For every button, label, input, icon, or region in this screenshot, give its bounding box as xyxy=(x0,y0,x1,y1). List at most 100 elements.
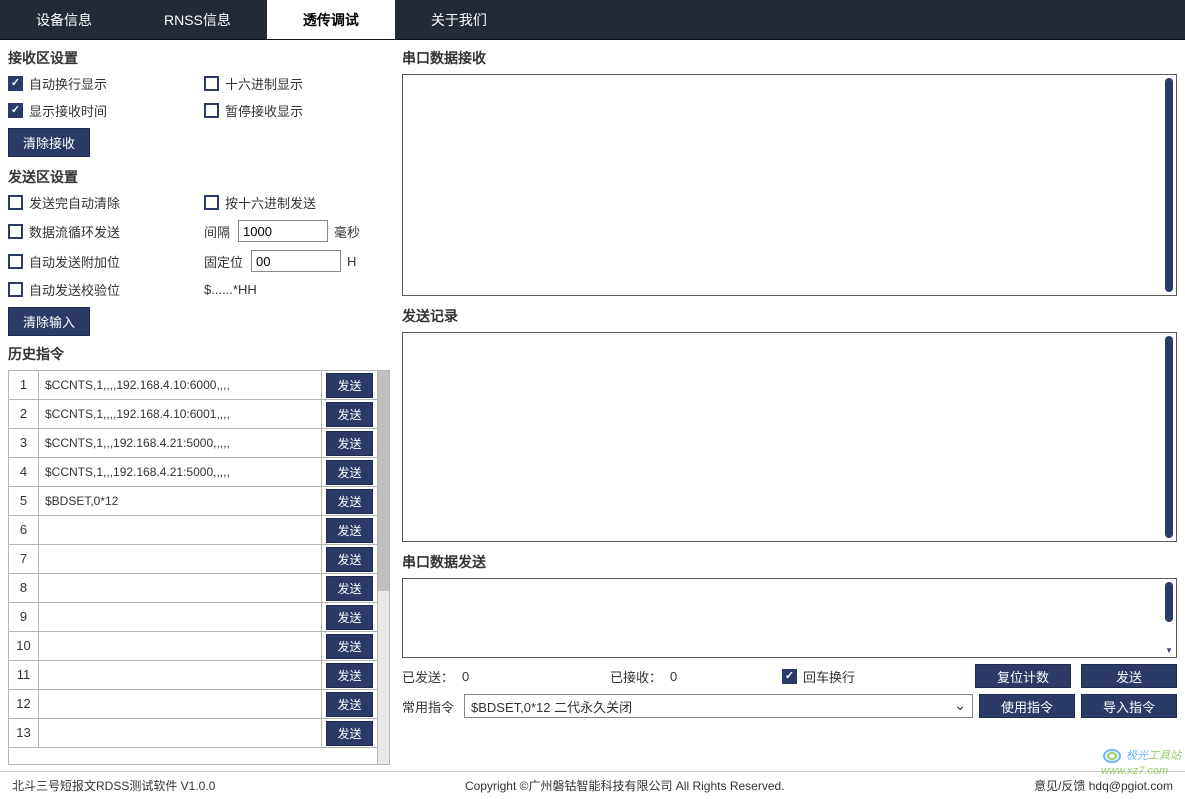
tab-0[interactable]: 设备信息 xyxy=(0,0,128,39)
history-send-button[interactable]: 发送 xyxy=(326,489,372,514)
history-command[interactable]: $CCNTS,1,,,192.168.4.21:5000,,,,, xyxy=(39,436,321,450)
history-send-cell: 发送 xyxy=(321,603,377,631)
interval-unit: 毫秒 xyxy=(334,222,360,241)
chk-hex-display[interactable]: 十六进制显示 xyxy=(204,74,303,93)
history-send-button[interactable]: 发送 xyxy=(326,576,372,601)
send-button[interactable]: 发送 xyxy=(1081,664,1177,688)
fixed-label: 固定位 xyxy=(204,252,243,271)
history-send-button[interactable]: 发送 xyxy=(326,460,372,485)
common-cmd-label: 常用指令 xyxy=(402,697,454,716)
history-send-cell: 发送 xyxy=(321,719,377,747)
chk-label: 数据流循环发送 xyxy=(29,222,120,241)
footer: 北斗三号短报文RDSS测试软件 V1.0.0 Copyright ©广州磐钴智能… xyxy=(0,771,1185,799)
chk-label: 自动发送校验位 xyxy=(29,280,120,299)
footer-right: 意见/反馈 hdq@pgiot.com xyxy=(1034,777,1173,794)
history-index: 11 xyxy=(9,661,39,689)
history-index: 1 xyxy=(9,371,39,399)
chk-auto-wrap[interactable]: 自动换行显示 xyxy=(8,74,204,93)
checkbox-icon xyxy=(8,76,23,91)
scrollbar-thumb[interactable] xyxy=(1165,582,1173,622)
history-send-cell: 发送 xyxy=(321,690,377,718)
scroll-down-icon[interactable]: ▾ xyxy=(1164,529,1174,539)
watermark: 极光工具站 www.xz7.com xyxy=(1101,747,1181,777)
clear-input-button[interactable]: 清除输入 xyxy=(8,307,90,336)
watermark-icon xyxy=(1101,747,1123,765)
history-row: 2$CCNTS,1,,,,192.168.4.10:6001,,,, 发送 xyxy=(9,400,377,429)
history-send-button[interactable]: 发送 xyxy=(326,605,372,630)
history-row: 8发送 xyxy=(9,574,377,603)
recv-label: 已接收： xyxy=(610,667,662,686)
history-index: 10 xyxy=(9,632,39,660)
checkbox-icon xyxy=(8,103,23,118)
history-index: 6 xyxy=(9,516,39,544)
select-value: $BDSET,0*12 二代永久关闭 xyxy=(471,697,632,716)
history-send-button[interactable]: 发送 xyxy=(326,663,372,688)
clear-recv-button[interactable]: 清除接收 xyxy=(8,128,90,157)
history-send-button[interactable]: 发送 xyxy=(326,547,372,572)
sent-value: 0 xyxy=(462,669,542,684)
chk-hex-send[interactable]: 按十六进制发送 xyxy=(204,193,316,212)
checksum-pattern: $......*HH xyxy=(204,282,257,297)
recv-value: 0 xyxy=(670,669,750,684)
history-index: 7 xyxy=(9,545,39,573)
send-textarea[interactable]: ▾ xyxy=(402,578,1177,658)
fixed-unit: H xyxy=(347,254,356,269)
import-cmd-button[interactable]: 导入指令 xyxy=(1081,694,1177,718)
history-command[interactable]: $CCNTS,1,,,192.168.4.21:5000,,,,, xyxy=(39,465,321,479)
history-send-button[interactable]: 发送 xyxy=(326,431,372,456)
tab-3[interactable]: 关于我们 xyxy=(395,0,523,39)
history-send-button[interactable]: 发送 xyxy=(326,518,372,543)
chk-label: 按十六进制发送 xyxy=(225,193,316,212)
history-send-cell: 发送 xyxy=(321,516,377,544)
history-index: 4 xyxy=(9,458,39,486)
tab-bar: 设备信息RNSS信息透传调试关于我们 xyxy=(0,0,1185,40)
history-row: 9 发送 xyxy=(9,603,377,632)
use-cmd-button[interactable]: 使用指令 xyxy=(979,694,1075,718)
history-command[interactable]: $BDSET,0*12 xyxy=(39,494,321,508)
reset-count-button[interactable]: 复位计数 xyxy=(975,664,1071,688)
history-index: 9 xyxy=(9,603,39,631)
interval-label: 间隔 xyxy=(204,222,230,241)
tab-1[interactable]: RNSS信息 xyxy=(128,0,267,39)
history-send-cell: 发送 xyxy=(321,574,377,602)
history-send-button[interactable]: 发送 xyxy=(326,402,372,427)
history-send-button[interactable]: 发送 xyxy=(326,373,372,398)
scroll-down-icon[interactable]: ▾ xyxy=(1164,283,1174,293)
scrollbar-thumb[interactable] xyxy=(378,371,389,591)
history-command[interactable]: $CCNTS,1,,,,192.168.4.10:6000,,,, xyxy=(39,378,321,392)
interval-input[interactable] xyxy=(238,220,328,242)
send-settings-title: 发送区设置 xyxy=(8,167,390,187)
history-send-button[interactable]: 发送 xyxy=(326,721,372,746)
footer-left: 北斗三号短报文RDSS测试软件 V1.0.0 xyxy=(12,777,215,794)
chk-label: 十六进制显示 xyxy=(225,74,303,93)
chk-auto-append[interactable]: 自动发送附加位 xyxy=(8,252,204,271)
fixed-input[interactable] xyxy=(251,250,341,272)
chk-label: 回车换行 xyxy=(803,667,855,686)
checkbox-icon xyxy=(8,254,23,269)
chk-auto-clear[interactable]: 发送完自动清除 xyxy=(8,193,204,212)
history-row: 3$CCNTS,1,,,192.168.4.21:5000,,,,,发送 xyxy=(9,429,377,458)
checkbox-icon xyxy=(782,669,797,684)
scrollbar-thumb[interactable] xyxy=(1165,336,1173,538)
chk-auto-checksum[interactable]: 自动发送校验位 xyxy=(8,280,204,299)
recv-textarea[interactable]: ▾ xyxy=(402,74,1177,296)
chk-show-time[interactable]: 显示接收时间 xyxy=(8,101,204,120)
history-index: 5 xyxy=(9,487,39,515)
history-command[interactable]: $CCNTS,1,,,,192.168.4.10:6001,,,, xyxy=(39,407,321,421)
chk-cr-newline[interactable]: 回车换行 xyxy=(782,667,855,686)
history-send-button[interactable]: 发送 xyxy=(326,692,372,717)
sendlog-textarea[interactable]: ▾ xyxy=(402,332,1177,542)
history-row: 11 发送 xyxy=(9,661,377,690)
history-index: 2 xyxy=(9,400,39,428)
watermark-url: www.xz7.com xyxy=(1101,765,1168,777)
common-cmd-select[interactable]: $BDSET,0*12 二代永久关闭 xyxy=(464,694,973,718)
sendlog-title: 发送记录 xyxy=(402,306,1177,326)
send-area-title: 串口数据发送 xyxy=(402,552,1177,572)
chk-pause-display[interactable]: 暂停接收显示 xyxy=(204,101,303,120)
chk-loop-send[interactable]: 数据流循环发送 xyxy=(8,222,204,241)
scroll-down-icon[interactable]: ▾ xyxy=(1164,645,1174,655)
history-scrollbar[interactable] xyxy=(378,370,390,765)
scrollbar-thumb[interactable] xyxy=(1165,78,1173,292)
tab-2[interactable]: 透传调试 xyxy=(267,0,395,39)
history-send-button[interactable]: 发送 xyxy=(326,634,372,659)
